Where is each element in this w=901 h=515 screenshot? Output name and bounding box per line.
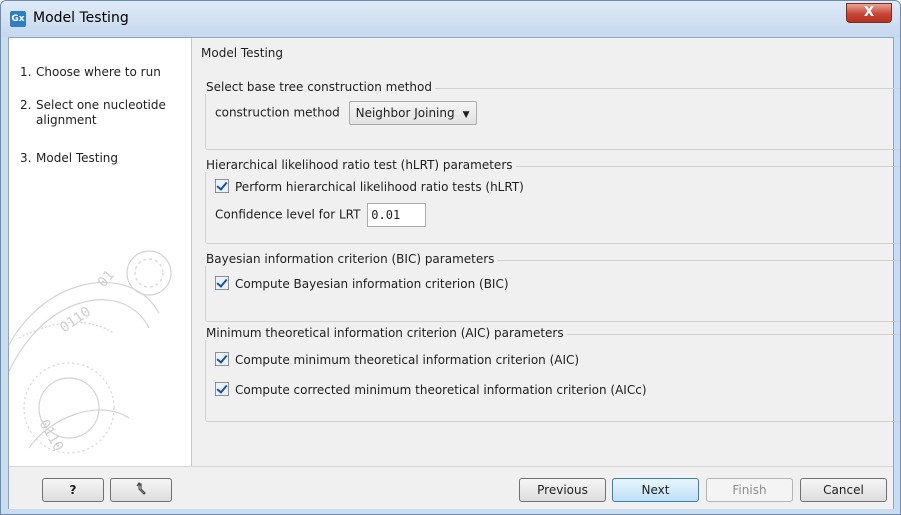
next-button[interactable]: Next [612,478,699,502]
wizard-steps-panel: 1. Choose where to run 2. Select one nuc… [9,38,192,466]
checkbox-checked-icon[interactable] [215,382,229,396]
base-tree-group: Select base tree construction method con… [205,80,900,150]
checkbox-label: Compute corrected minimum theoretical in… [235,383,647,397]
cancel-button[interactable]: Cancel [800,478,887,502]
bic-group: Bayesian information criterion (BIC) par… [205,252,900,322]
dialog-body: 1. Choose where to run 2. Select one nuc… [8,37,900,509]
close-button[interactable]: X [846,3,892,23]
step-label: Select one nucleotide alignment [36,98,166,127]
construction-method-row: construction method Neighbor Joining ▼ [215,101,477,125]
binary-swirl-watermark-icon: 0110 0110 01 [9,250,172,454]
checkbox-label: Compute minimum theoretical information … [235,353,580,367]
dialog-window: Gx Model Testing X 1. Choose where to ru… [0,0,901,515]
reset-arrow-icon [136,481,146,495]
chevron-down-icon: ▼ [462,110,470,120]
step-number: 2. [20,98,32,112]
construction-method-label: construction method [215,105,340,120]
button-bar: ? Previous Next Finish Cancel [9,466,893,509]
group-title: Hierarchical likelihood ratio test (hLRT… [205,158,516,172]
aic-group: Minimum theoretical information criterio… [205,326,900,422]
main-panel: Model Testing Select base tree construct… [192,38,900,466]
construction-method-dropdown[interactable]: Neighbor Joining ▼ [348,101,477,125]
svg-text:01: 01 [95,267,118,290]
compute-aic-checkbox[interactable]: Compute minimum theoretical information … [215,352,579,367]
window-title: Model Testing [33,10,129,26]
step-label: Choose where to run [36,65,161,79]
finish-button[interactable]: Finish [706,478,793,502]
compute-aicc-checkbox[interactable]: Compute corrected minimum theoretical in… [215,382,647,397]
confidence-level-label: Confidence level for LRT [215,207,361,222]
step-number: 1. [20,65,32,79]
checkbox-label: Compute Bayesian information criterion (… [235,277,509,291]
perform-hlrt-checkbox[interactable]: Perform hierarchical likelihood ratio te… [215,179,524,194]
group-title: Bayesian information criterion (BIC) par… [205,252,498,266]
app-icon: Gx [10,11,26,27]
step-number: 3. [20,151,32,165]
group-title: Minimum theoretical information criterio… [205,326,567,340]
compute-bic-checkbox[interactable]: Compute Bayesian information criterion (… [215,276,509,291]
hlrt-group: Hierarchical likelihood ratio test (hLRT… [205,158,900,244]
title-bar[interactable]: Gx Model Testing X [1,1,900,37]
previous-button[interactable]: Previous [519,478,606,502]
svg-text:0110: 0110 [57,304,94,336]
confidence-level-row: Confidence level for LRT 0.01 [215,203,427,227]
group-title: Select base tree construction method [205,80,435,94]
confidence-level-input[interactable]: 0.01 [367,203,427,227]
question-icon: ? [69,483,77,497]
checkbox-label: Perform hierarchical likelihood ratio te… [235,180,524,194]
help-button[interactable]: ? [42,478,104,502]
checkbox-checked-icon[interactable] [215,179,229,193]
construction-method-value: Neighbor Joining [355,106,455,120]
checkbox-checked-icon[interactable] [215,352,229,366]
panel-title: Model Testing [201,46,284,60]
reset-button[interactable] [110,478,172,502]
step-label: Model Testing [36,151,119,165]
checkbox-checked-icon[interactable] [215,276,229,290]
